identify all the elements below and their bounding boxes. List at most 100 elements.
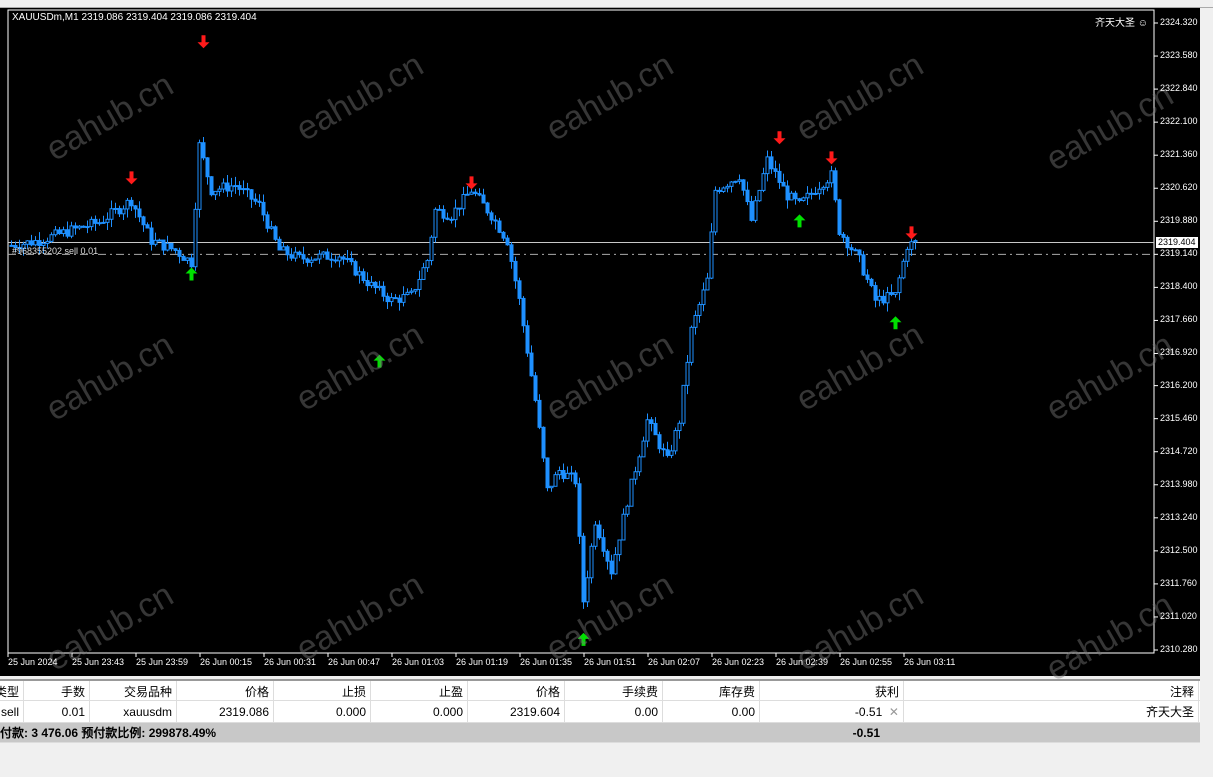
candle-body	[141, 216, 146, 226]
candle-body	[589, 545, 594, 579]
candle-body	[621, 513, 626, 541]
column-header-open-price[interactable]: 价格	[177, 681, 274, 703]
candle-body	[481, 194, 486, 204]
candle-body	[697, 304, 702, 316]
candle-body	[117, 207, 122, 215]
column-header-comment[interactable]: 注释	[904, 681, 1199, 703]
candle-body	[553, 474, 558, 487]
candle-body	[261, 201, 266, 216]
candle-body	[885, 292, 890, 304]
x-tick-label: 26 Jun 00:31	[264, 657, 317, 667]
candle-body	[893, 292, 898, 295]
candle-body	[441, 209, 446, 219]
candle-body	[189, 257, 194, 268]
buy-signal-arrow-icon	[577, 632, 590, 646]
candle-body	[453, 207, 458, 221]
x-tick-label: 26 Jun 03:11	[904, 657, 956, 667]
column-header-symbol[interactable]: 交易品种	[90, 681, 177, 703]
candle-body	[221, 182, 226, 190]
candle-body	[693, 314, 698, 328]
chart-canvas	[7, 9, 1158, 657]
column-header-take-profit[interactable]: 止盈	[371, 681, 468, 703]
candle-body	[477, 193, 482, 196]
candle-body	[193, 208, 198, 268]
candle-body	[813, 192, 818, 195]
candle-body	[405, 291, 410, 296]
candle-body	[881, 295, 886, 304]
candle-body	[809, 192, 814, 195]
candle-body	[337, 256, 342, 262]
candle-body	[853, 249, 858, 252]
candle-body	[357, 271, 362, 276]
column-header-stop-loss[interactable]: 止损	[274, 681, 371, 703]
profit-value: -0.51	[854, 705, 883, 719]
close-position-icon[interactable]: ✕	[882, 705, 899, 719]
candle-body	[425, 260, 430, 269]
candle-body	[909, 241, 914, 250]
chart-title: XAUUSDm,M1 2319.086 2319.404 2319.086 23…	[12, 12, 257, 23]
candle-body	[625, 505, 630, 515]
summary-text: 付款: 3 476.06 预付款比例: 299878.49%	[0, 726, 217, 740]
candle-body	[181, 255, 186, 261]
candle-body	[761, 173, 766, 191]
candle-body	[681, 384, 686, 424]
candle-body	[869, 278, 874, 287]
cell-type: sell	[0, 701, 24, 723]
y-tick-label: 2322.840	[1160, 83, 1198, 94]
column-header-profit[interactable]: 获利	[760, 681, 904, 703]
candle-body	[137, 208, 142, 218]
x-tick-label: 26 Jun 02:55	[840, 657, 893, 667]
candle-body	[85, 226, 90, 229]
candle-body	[361, 271, 366, 281]
candle-body	[845, 236, 850, 249]
candle-body	[617, 539, 622, 556]
column-header-type[interactable]: 类型	[0, 681, 24, 703]
y-tick-label: 2311.760	[1160, 577, 1197, 588]
candle-body	[585, 577, 590, 603]
candle-body	[185, 257, 190, 261]
y-tick-label: 2313.980	[1160, 478, 1198, 489]
candle-body	[865, 274, 870, 280]
candle-body	[269, 226, 274, 229]
candle-body	[321, 251, 326, 255]
candle-body	[745, 189, 750, 203]
candle-body	[393, 297, 398, 300]
candle-body	[345, 257, 350, 260]
y-tick-label: 2319.140	[1160, 248, 1198, 259]
x-tick-label: 25 Jun 2024	[8, 657, 58, 667]
y-tick-label: 2322.100	[1160, 116, 1198, 127]
trade-table: 类型手数交易品种价格止损止盈价格手续费库存费获利注释 sell0.01xauus…	[0, 679, 1200, 743]
candle-body	[429, 236, 434, 262]
column-header-current-price[interactable]: 价格	[468, 681, 565, 703]
candle-body	[597, 524, 602, 539]
order-line-label[interactable]: #968355202 sell 0.01	[12, 246, 98, 256]
price-chart[interactable]: eahub.cn eahub.cn eahub.cn eahub.cn eahub.cn…	[0, 8, 1200, 688]
candle-body	[753, 200, 758, 221]
candle-body	[825, 182, 830, 188]
x-tick-label: 26 Jun 00:47	[328, 657, 381, 667]
y-tick-label: 2321.360	[1160, 149, 1198, 160]
scrollbar[interactable]	[1200, 8, 1213, 676]
candle-body	[73, 225, 78, 229]
table-row[interactable]: sell 0.01 xauusdm 2319.086 0.000 0.000 2319.60…	[0, 701, 1200, 723]
summary-row: 付款: 3 476.06 预付款比例: 299878.49% -0.51	[0, 723, 1200, 743]
candle-body	[113, 207, 118, 210]
candle-body	[285, 246, 290, 256]
candle-body	[777, 170, 782, 183]
candle-body	[513, 260, 518, 282]
candle-body	[341, 256, 346, 260]
candle-body	[433, 208, 438, 238]
candle-body	[385, 295, 390, 303]
sell-signal-arrow-icon	[825, 151, 838, 165]
candle-body	[833, 170, 838, 201]
candle-body	[237, 185, 242, 190]
column-header-commission[interactable]: 手续费	[565, 681, 663, 703]
column-header-swap[interactable]: 库存费	[663, 681, 760, 703]
column-header-volume[interactable]: 手数	[24, 681, 90, 703]
candle-body	[561, 470, 566, 479]
cell-profit: -0.51 ✕	[760, 701, 904, 723]
candle-body	[789, 192, 794, 201]
y-tick-label: 2316.920	[1160, 347, 1198, 358]
candle-body	[389, 297, 394, 303]
candle-body	[629, 478, 634, 507]
